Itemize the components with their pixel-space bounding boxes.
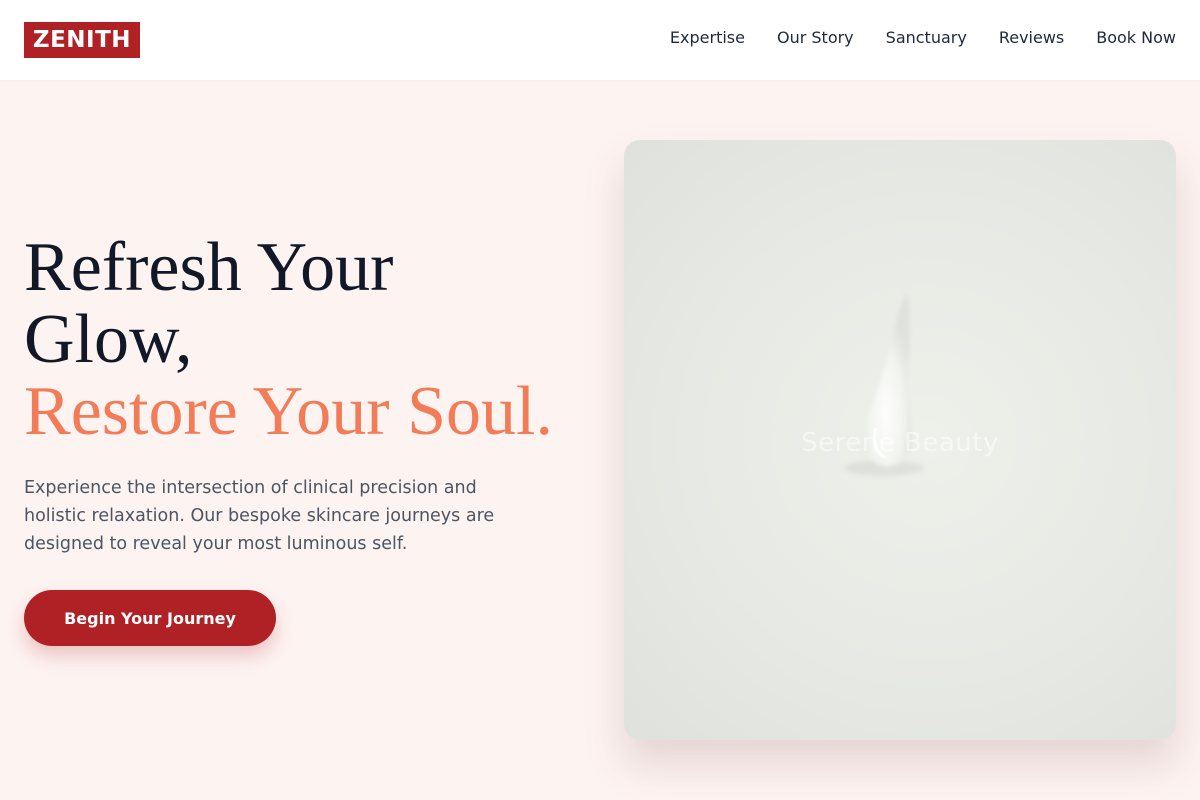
nav-link-our-story[interactable]: Our Story <box>777 27 854 49</box>
nav-link-book-now[interactable]: Book Now <box>1096 27 1176 49</box>
headline-accent: Restore Your Soul. <box>24 373 553 450</box>
site-header: ZENITH Expertise Our Story Sanctuary Rev… <box>0 0 1200 80</box>
nav-link-sanctuary[interactable]: Sanctuary <box>886 27 967 49</box>
hero-description: Experience the intersection of clinical … <box>24 478 495 554</box>
brand-logo[interactable]: ZENITH <box>24 22 140 58</box>
headline-line-2: Glow, <box>24 301 193 378</box>
image-overlay-text: Serene Beauty <box>801 428 999 458</box>
nav-link-expertise[interactable]: Expertise <box>670 27 745 49</box>
headline-line-1: Refresh Your <box>24 229 394 306</box>
hero-image: Serene Beauty <box>624 140 1176 740</box>
main-nav: Expertise Our Story Sanctuary Reviews Bo… <box>670 27 1176 49</box>
nav-link-reviews[interactable]: Reviews <box>999 27 1064 49</box>
begin-journey-button[interactable]: Begin Your Journey <box>24 590 276 646</box>
hero-headline: Refresh Your Glow, Restore Your Soul. <box>24 232 604 448</box>
